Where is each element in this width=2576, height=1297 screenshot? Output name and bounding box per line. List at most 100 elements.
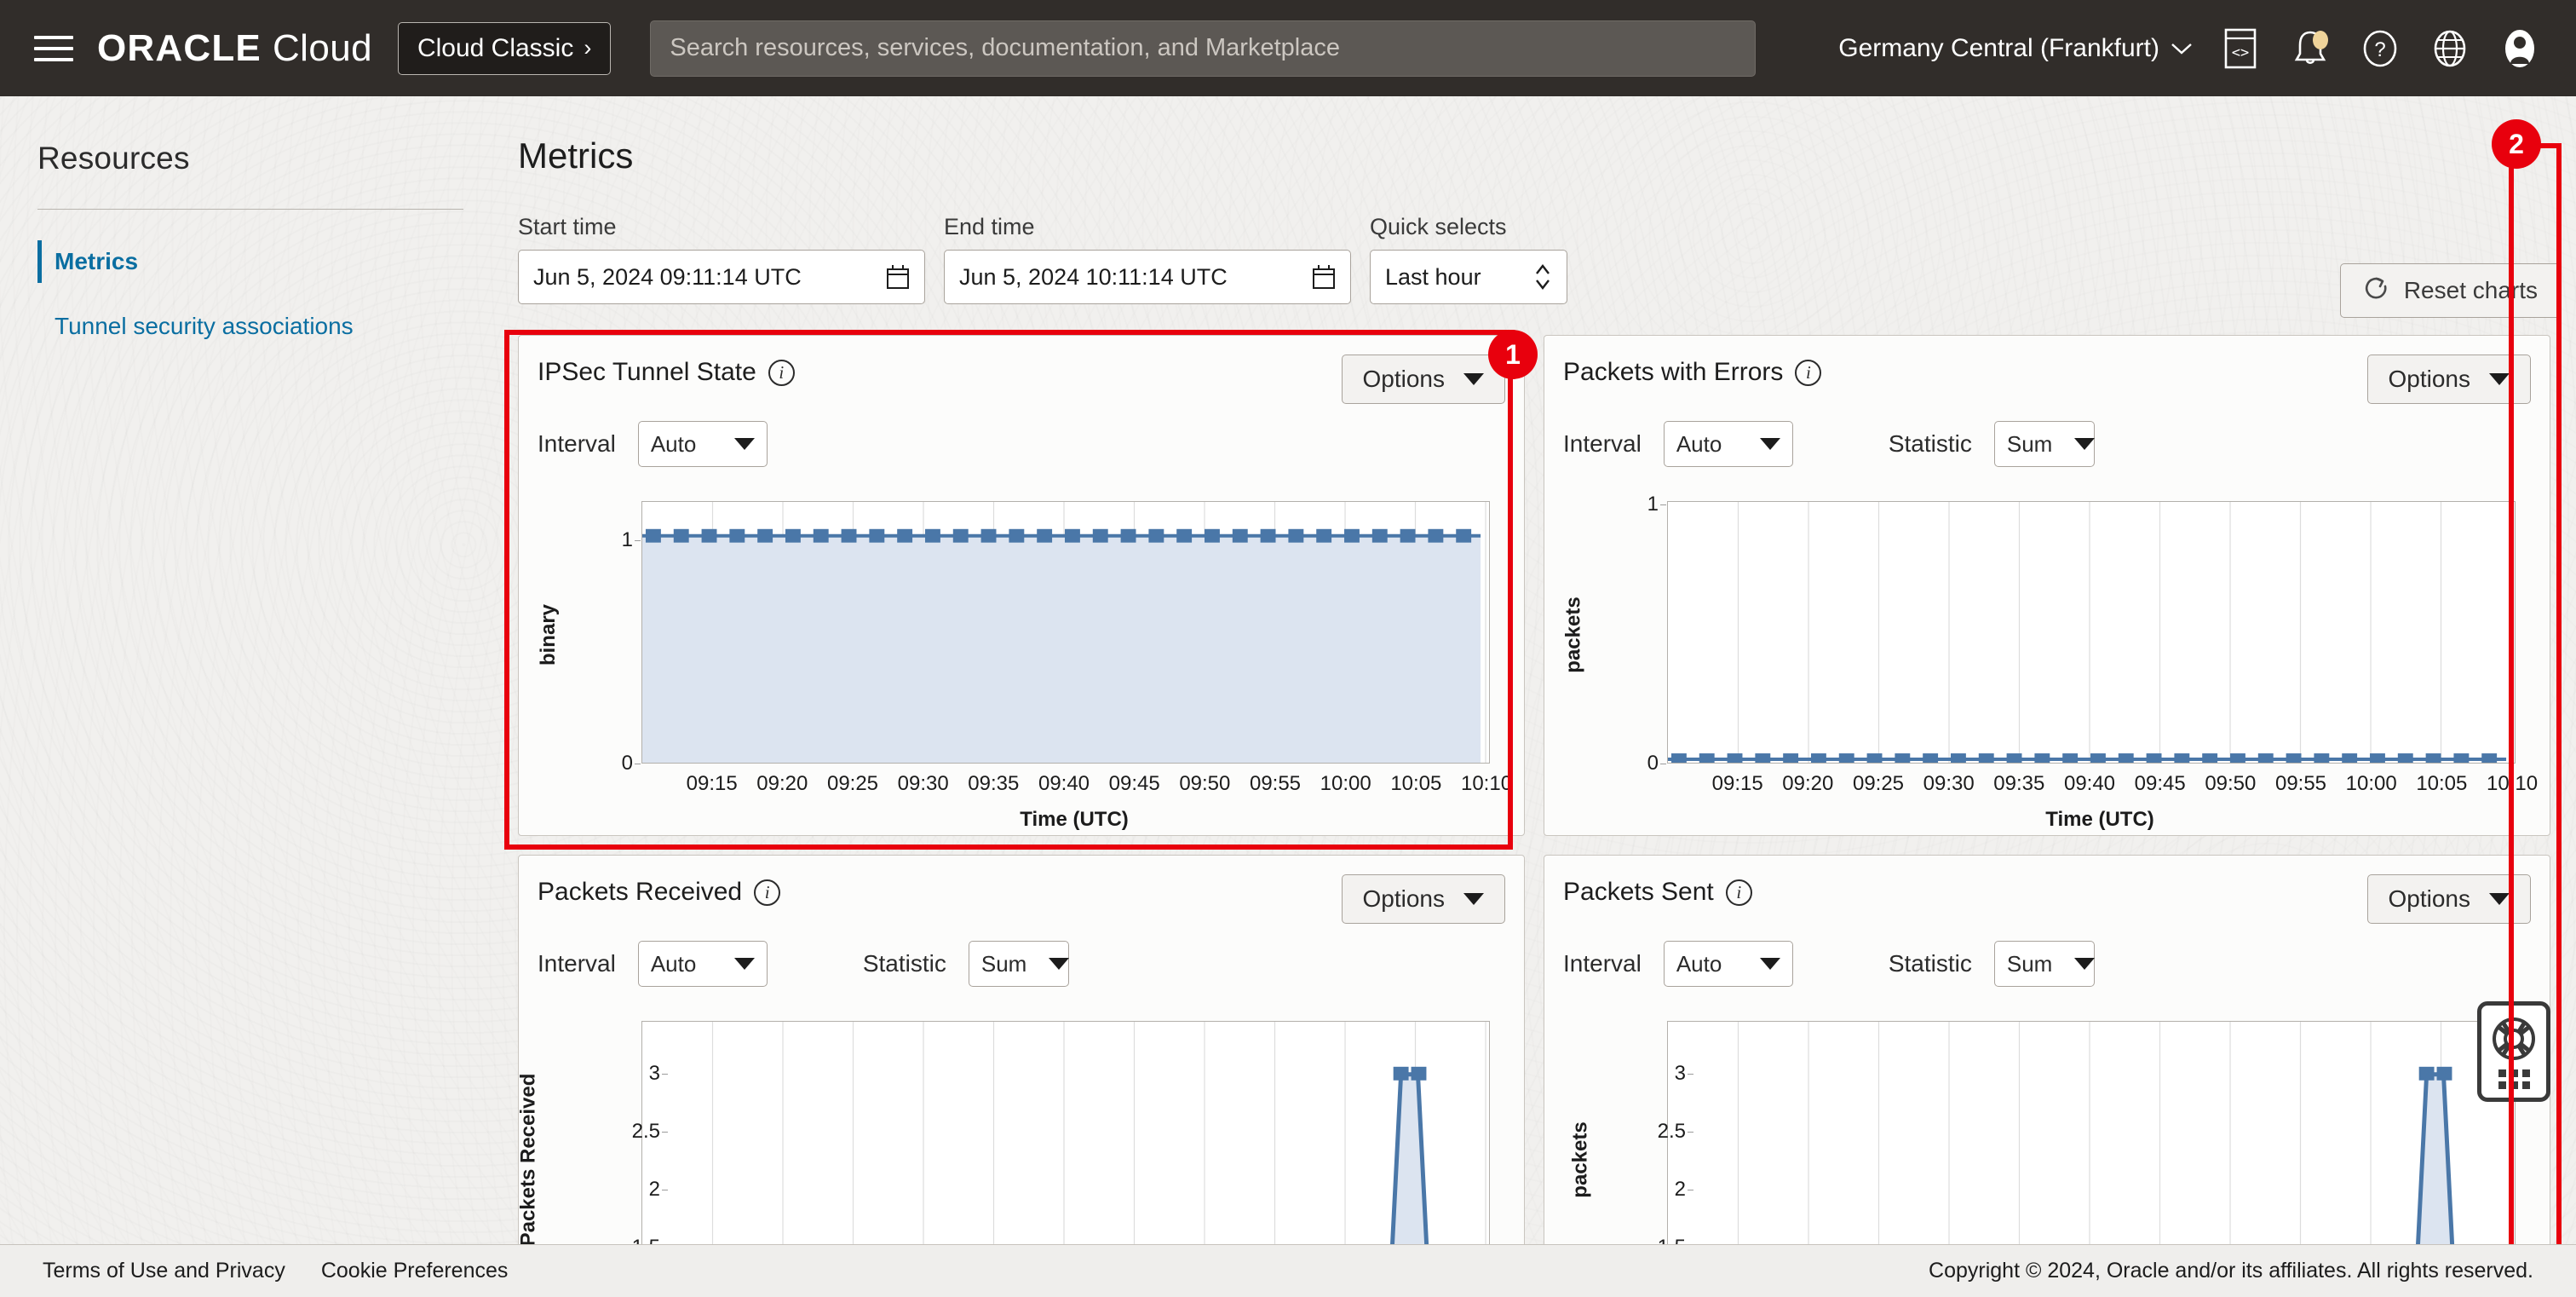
language-globe-icon[interactable] — [2428, 26, 2472, 71]
x-tick: 10:05 — [1390, 772, 1441, 796]
region-label: Germany Central (Frankfurt) — [1838, 34, 2159, 63]
y-axis-ticks: 1 0 — [1599, 501, 1665, 764]
y-tick: 3 — [1675, 1062, 1686, 1086]
x-axis-title: Time (UTC) — [1020, 808, 1129, 832]
x-tick: 10:10 — [1461, 772, 1512, 796]
user-avatar-icon[interactable] — [2498, 26, 2542, 71]
info-icon[interactable]: i — [1795, 360, 1821, 386]
series-packets-with-errors — [1668, 502, 2515, 763]
statistic-select[interactable]: Sum — [1994, 941, 2095, 987]
start-time-value: Jun 5, 2024 09:11:14 UTC — [533, 264, 802, 291]
annotation-badge-1: 1 — [1488, 330, 1538, 379]
hamburger-menu-icon[interactable] — [34, 32, 78, 66]
interval-select[interactable]: Auto — [638, 421, 768, 467]
series-packets-sent — [1668, 1022, 2515, 1275]
page-footer: Terms of Use and Privacy Cookie Preferen… — [0, 1244, 2576, 1297]
chevron-down-icon — [734, 438, 755, 450]
series-packets-received — [642, 1022, 1489, 1275]
info-icon[interactable]: i — [754, 879, 780, 906]
y-axis-label: binary — [534, 496, 563, 774]
cloud-classic-button[interactable]: Cloud Classic › — [398, 22, 611, 75]
oracle-cloud-logo[interactable]: ORACLE Cloud — [97, 27, 372, 70]
options-button[interactable]: Options — [1342, 874, 1506, 924]
end-time-input[interactable]: Jun 5, 2024 10:11:14 UTC — [944, 250, 1351, 304]
options-label: Options — [2389, 366, 2471, 393]
chevron-down-icon — [2074, 958, 2095, 970]
options-label: Options — [2389, 885, 2471, 913]
annotation-badge-2: 2 — [2492, 119, 2541, 169]
calendar-icon[interactable] — [1312, 264, 1336, 290]
x-axis-ticks: 09:15 09:20 09:25 09:30 09:35 09:40 09:4… — [1667, 772, 2516, 801]
svg-text:<>: <> — [2232, 44, 2249, 61]
options-button[interactable]: Options — [2367, 355, 2532, 404]
search-placeholder-text: Search resources, services, documentatio… — [670, 34, 1340, 62]
y-tick: 1 — [622, 528, 633, 552]
chart-area: binary — [519, 496, 1524, 820]
interval-select[interactable]: Auto — [1664, 941, 1793, 987]
brand-cloud-text: Cloud — [273, 27, 372, 70]
sidebar-item-label: Tunnel security associations — [55, 313, 354, 339]
series-markers — [642, 502, 1489, 763]
info-icon[interactable]: i — [1726, 879, 1752, 906]
card-title-text: Packets Received — [538, 878, 742, 907]
cloud-shell-icon[interactable]: <> — [2218, 26, 2263, 71]
sidebar-nav: Metrics Tunnel security associations — [37, 239, 465, 349]
time-range-controls: Start time Jun 5, 2024 09:11:14 UTC End … — [518, 214, 2576, 304]
packets-sent-card: Packets Sent i Options Interval Auto Sta… — [1544, 855, 2550, 1297]
card-title-text: Packets with Errors — [1563, 358, 1783, 387]
region-selector[interactable]: Germany Central (Frankfurt) — [1838, 34, 2193, 63]
copyright-text: Copyright © 2024, Oracle and/or its affi… — [1929, 1259, 2533, 1283]
chart-controls: Interval Auto Statistic Sum — [519, 941, 1524, 987]
support-lifebuoy-widget[interactable] — [2477, 1001, 2550, 1102]
statistic-value: Sum — [981, 951, 1026, 977]
notification-badge — [2313, 31, 2328, 49]
info-icon[interactable]: i — [768, 360, 795, 386]
quick-selects-field: Quick selects Last hour — [1370, 214, 1567, 304]
stepper-updown-icon[interactable] — [1533, 260, 1552, 294]
y-tick: 2 — [649, 1178, 660, 1202]
sidebar-item-metrics[interactable]: Metrics — [37, 239, 465, 285]
chevron-down-icon — [734, 958, 755, 970]
end-time-label: End time — [944, 214, 1351, 240]
y-tick: 2.5 — [632, 1120, 660, 1144]
card-title-text: IPSec Tunnel State — [538, 358, 756, 387]
plot-region — [641, 501, 1490, 764]
help-icon[interactable]: ? — [2358, 26, 2402, 71]
y-axis-ticks: 3 2.5 2 1.5 — [601, 1021, 667, 1275]
start-time-input[interactable]: Jun 5, 2024 09:11:14 UTC — [518, 250, 925, 304]
x-tick: 09:30 — [1923, 772, 1975, 796]
cookie-preferences-link[interactable]: Cookie Preferences — [321, 1259, 509, 1283]
global-search-input[interactable]: Search resources, services, documentatio… — [650, 20, 1756, 77]
statistic-select[interactable]: Sum — [969, 941, 1069, 987]
left-sidebar: Resources Metrics Tunnel security associ… — [0, 96, 503, 1297]
x-tick: 09:45 — [2135, 772, 2186, 796]
chart-controls: Interval Auto — [519, 421, 1524, 467]
reset-charts-button[interactable]: Reset charts — [2340, 263, 2561, 318]
options-button[interactable]: Options — [1342, 355, 1506, 404]
options-button[interactable]: Options — [2367, 874, 2532, 924]
quick-selects-select[interactable]: Last hour — [1370, 250, 1567, 304]
x-tick: 10:10 — [2487, 772, 2538, 796]
interval-value: Auto — [1676, 431, 1722, 458]
interval-value: Auto — [651, 431, 697, 458]
end-time-field: End time Jun 5, 2024 10:11:14 UTC — [944, 214, 1351, 304]
sidebar-item-tunnel-security-associations[interactable]: Tunnel security associations — [37, 303, 465, 349]
y-tick: 0 — [622, 752, 633, 775]
y-tick: 3 — [649, 1062, 660, 1086]
interval-select[interactable]: Auto — [638, 941, 768, 987]
reset-charts-label: Reset charts — [2404, 277, 2538, 304]
chevron-down-icon — [1463, 893, 1484, 905]
y-axis-label: packets — [1560, 496, 1589, 774]
calendar-icon[interactable] — [886, 264, 910, 290]
x-tick: 09:50 — [1179, 772, 1230, 796]
y-tick: 2 — [1675, 1178, 1686, 1202]
terms-of-use-link[interactable]: Terms of Use and Privacy — [43, 1259, 285, 1283]
x-tick: 09:35 — [968, 772, 1019, 796]
notifications-bell-icon[interactable] — [2288, 26, 2332, 71]
x-tick: 09:25 — [827, 772, 878, 796]
x-tick: 10:05 — [2416, 772, 2467, 796]
interval-select[interactable]: Auto — [1664, 421, 1793, 467]
oracle-cloud-metrics-page: ORACLE Cloud Cloud Classic › Search reso… — [0, 0, 2576, 1297]
interval-label: Interval — [1563, 950, 1642, 977]
statistic-select[interactable]: Sum — [1994, 421, 2095, 467]
